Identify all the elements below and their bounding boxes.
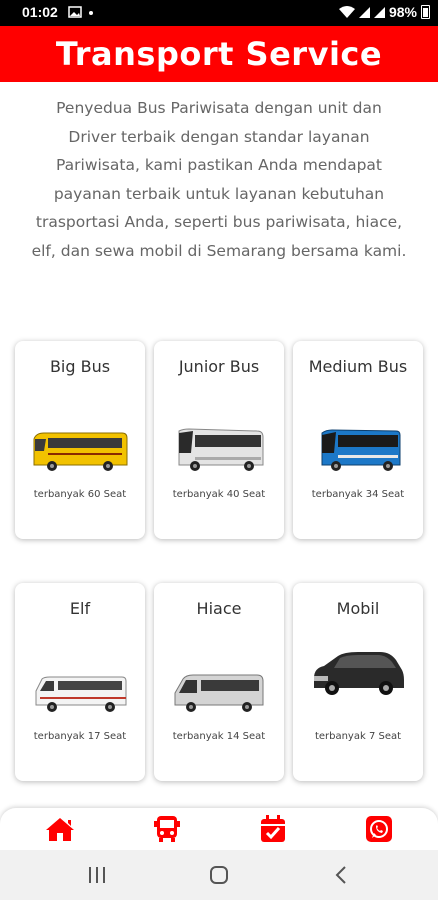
back-icon[interactable] <box>330 863 354 887</box>
elf-van-image <box>35 676 127 712</box>
big-bus-image <box>33 432 128 471</box>
service-title: Elf <box>69 599 91 618</box>
battery-icon <box>421 5 430 19</box>
mobil-car-image <box>314 652 404 695</box>
bottom-navigation <box>0 808 438 850</box>
seat-capacity: terbanyak 60 Seat <box>33 489 127 500</box>
service-title: Junior Bus <box>178 357 260 376</box>
service-card-medium-bus[interactable]: Medium Bus terbanyak 34 Seat <box>293 341 423 539</box>
calendar-check-icon <box>261 815 285 842</box>
service-card-mobil[interactable]: Mobil terbanyak 7 Seat <box>293 583 423 781</box>
junior-bus-image <box>178 428 264 471</box>
seat-capacity: terbanyak 17 Seat <box>33 731 127 742</box>
service-title: Mobil <box>336 599 380 618</box>
bus-icon <box>154 816 180 842</box>
nav-whatsapp-button[interactable] <box>362 814 396 844</box>
system-navigation-bar <box>0 850 438 900</box>
home-icon <box>46 818 74 841</box>
service-title: Hiace <box>196 599 242 618</box>
nav-home-button[interactable] <box>43 814 77 844</box>
page-title: Transport Service <box>0 26 438 82</box>
image-notification-icon <box>68 6 82 18</box>
recent-apps-icon[interactable] <box>85 863 109 887</box>
seat-capacity: terbanyak 34 Seat <box>311 489 405 500</box>
seat-capacity: terbanyak 14 Seat <box>172 731 266 742</box>
home-system-icon[interactable] <box>207 863 231 887</box>
service-card-junior-bus[interactable]: Junior Bus terbanyak 40 Seat <box>154 341 284 539</box>
battery-percent: 98% <box>388 4 417 20</box>
status-bar: 01:02 98% <box>0 0 438 26</box>
hiace-van-image <box>174 674 264 712</box>
service-title: Medium Bus <box>308 357 408 376</box>
seat-capacity: terbanyak 7 Seat <box>314 731 402 742</box>
signal-2-icon <box>373 6 385 18</box>
service-title: Big Bus <box>49 357 111 376</box>
dot-icon <box>89 11 93 15</box>
signal-1-icon <box>358 6 370 18</box>
nav-bus-button[interactable] <box>150 814 184 844</box>
service-card-big-bus[interactable]: Big Bus terbanyak 60 Seat <box>15 341 145 539</box>
nav-booking-button[interactable] <box>256 814 290 844</box>
service-card-elf[interactable]: Elf terbanyak 17 Seat <box>15 583 145 781</box>
service-description: Penyedua Bus Pariwisata dengan unit dan … <box>31 99 407 260</box>
seat-capacity: terbanyak 40 Seat <box>172 489 266 500</box>
service-card-hiace[interactable]: Hiace terbanyak 14 Seat <box>154 583 284 781</box>
status-time: 01:02 <box>22 4 58 20</box>
wifi-icon <box>338 6 355 18</box>
medium-bus-image <box>321 429 401 471</box>
whatsapp-icon <box>366 816 392 842</box>
